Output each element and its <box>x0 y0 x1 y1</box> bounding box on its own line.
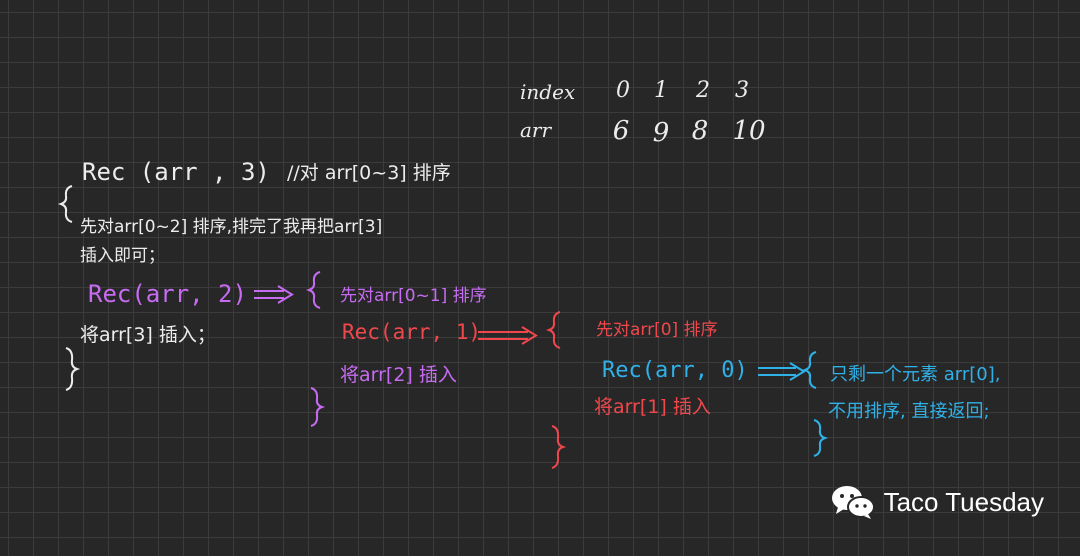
value-cell: 6 <box>612 116 630 146</box>
value-cell: 9 <box>652 118 670 148</box>
arrow-level2 <box>758 362 806 381</box>
desc-level3-line1: 只剩一个元素 arr[0], <box>830 364 1001 385</box>
open-brace-level3 <box>801 351 817 389</box>
arrow-level0 <box>254 285 294 304</box>
open-brace-level0 <box>57 185 73 223</box>
arrow-level1 <box>478 326 538 345</box>
desc-level0-line1: 先对arr[0~2] 排序,排完了我再把arr[3] <box>80 217 383 237</box>
sort-comment: //对 arr[0~3] 排序 <box>287 162 451 184</box>
insert-level2: 将arr[1] 插入 <box>594 396 711 418</box>
insert-level0: 将arr[3] 插入； <box>80 324 216 346</box>
index-cell: 0 <box>616 78 630 103</box>
watermark-text: Taco Tuesday <box>883 486 1044 517</box>
open-brace-level2 <box>545 311 561 349</box>
rec-call-level0: Rec (arr , 3) <box>82 158 270 186</box>
index-cell: 3 <box>735 78 749 103</box>
insert-level1: 将arr[2] 插入 <box>340 364 457 386</box>
open-brace-level1 <box>305 271 321 309</box>
desc-level0-line2: 插入即可； <box>80 246 165 266</box>
close-brace-level3 <box>813 419 829 457</box>
index-cell: 2 <box>696 78 710 103</box>
close-brace-level1 <box>310 387 326 427</box>
value-cell: 8 <box>691 116 709 146</box>
index-row-label: index <box>520 80 576 104</box>
rec-call-level1: Rec(arr, 2) <box>88 280 247 308</box>
rec-call-level3: Rec(arr, 0) <box>602 358 748 383</box>
desc-level2: 先对arr[0] 排序 <box>596 320 718 340</box>
desc-level1: 先对arr[0~1] 排序 <box>340 286 487 306</box>
rec-call-level2: Rec(arr, 1) <box>342 320 482 344</box>
arr-row-label: arr <box>520 118 552 142</box>
value-cell: 10 <box>732 116 766 146</box>
close-brace-level2 <box>551 425 567 469</box>
desc-level3-line2: 不用排序, 直接返回; <box>828 401 990 422</box>
index-cell: 1 <box>654 78 668 103</box>
close-brace-level0 <box>65 347 81 391</box>
wechat-icon <box>831 486 875 519</box>
watermark: Taco Tuesday <box>830 484 1044 520</box>
